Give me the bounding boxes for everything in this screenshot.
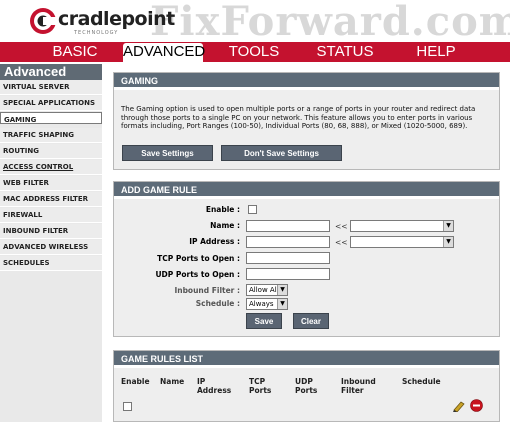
chevron-down-icon: ▼ (277, 285, 287, 295)
sidebar-item-label: ACCESS CONTROL (3, 163, 74, 171)
sidebar-item-label: TRAFFIC SHAPING (3, 131, 74, 139)
add-game-rule-panel: ADD GAME RULE Enable : Name : << ▼ IP Ad… (113, 181, 500, 337)
game-rules-list-title: GAME RULES LIST (114, 351, 499, 368)
column-header-inbound-filter: Inbound Filter (341, 377, 376, 395)
sidebar-item-mac-address-filter[interactable]: MAC ADDRESS FILTER (0, 192, 102, 207)
tab-tools[interactable]: TOOLS (224, 42, 284, 62)
header: FixForward.com cradlepoint TECHNOLOGY (0, 0, 510, 42)
inbound-filter-select[interactable]: Allow All ▼ (246, 284, 288, 296)
edit-icon[interactable] (452, 400, 466, 412)
ip-copy-arrows[interactable]: << (335, 238, 348, 247)
logo-text: cradlepoint (58, 8, 175, 30)
sidebar-item-label: WEB FILTER (3, 179, 49, 187)
schedule-label: Schedule : (195, 299, 240, 308)
rule-enable-checkbox[interactable] (123, 402, 132, 411)
logo: cradlepoint TECHNOLOGY (28, 6, 175, 36)
dont-save-settings-button[interactable]: Don't Save Settings (221, 145, 342, 161)
sidebar-item-label: GAMING (4, 116, 37, 124)
name-copy-arrows[interactable]: << (335, 222, 348, 231)
sidebar-item-firewall[interactable]: FIREWALL (0, 208, 102, 223)
delete-icon[interactable] (470, 399, 483, 412)
chevron-down-icon: ▼ (443, 237, 453, 247)
enable-checkbox[interactable] (248, 205, 257, 214)
game-rules-list-panel: GAME RULES LIST Enable Name IP Address T… (113, 350, 500, 422)
top-nav: BASIC ADVANCED TOOLS STATUS HELP (0, 42, 510, 62)
column-header-udp-ports: UDP Ports (295, 377, 318, 395)
tcp-ports-label: TCP Ports to Open : (157, 254, 240, 263)
gaming-description: The Gaming option is used to open multip… (121, 105, 476, 131)
sidebar-item-label: INBOUND FILTER (3, 227, 69, 235)
schedule-value: Always (249, 300, 274, 308)
schedule-select[interactable]: Always ▼ (246, 298, 288, 310)
computer-name-select[interactable]: ▼ (350, 236, 454, 248)
watermark: FixForward.com (150, 0, 510, 42)
sidebar-item-gaming[interactable]: GAMING (0, 112, 102, 124)
column-header-name: Name (160, 377, 185, 386)
sidebar-item-label: SCHEDULES (3, 259, 50, 267)
udp-ports-input[interactable] (246, 268, 330, 280)
logo-subtitle: TECHNOLOGY (74, 30, 119, 36)
sidebar-item-label: ADVANCED WIRELESS (3, 243, 89, 251)
tab-basic[interactable]: BASIC (44, 42, 106, 62)
inbound-filter-label: Inbound Filter : (174, 286, 240, 295)
save-settings-button[interactable]: Save Settings (122, 145, 213, 161)
sidebar-item-label: ROUTING (3, 147, 40, 155)
sidebar-item-inbound-filter[interactable]: INBOUND FILTER (0, 224, 102, 239)
chevron-down-icon: ▼ (277, 299, 287, 309)
inbound-filter-value: Allow All (249, 286, 279, 294)
sidebar-item-advanced-wireless[interactable]: ADVANCED WIRELESS (0, 240, 102, 255)
sidebar-item-schedules[interactable]: SCHEDULES (0, 256, 102, 271)
sidebar-item-label: FIREWALL (3, 211, 43, 219)
name-input[interactable] (246, 220, 330, 232)
sidebar-item-routing[interactable]: ROUTING (0, 144, 102, 159)
add-game-rule-title: ADD GAME RULE (114, 182, 499, 199)
column-header-enable: Enable (121, 377, 150, 386)
column-header-schedule: Schedule (402, 377, 441, 386)
clear-button[interactable]: Clear (293, 313, 329, 329)
sidebar-item-virtual-server[interactable]: VIRTUAL SERVER (0, 80, 102, 95)
sidebar: Advanced VIRTUAL SERVER SPECIAL APPLICAT… (0, 64, 102, 422)
sidebar-item-access-control[interactable]: ACCESS CONTROL (0, 160, 102, 175)
column-header-ip-address: IP Address (197, 377, 232, 395)
sidebar-item-label: SPECIAL APPLICATIONS (3, 99, 95, 107)
tab-help[interactable]: HELP (410, 42, 462, 62)
sidebar-item-traffic-shaping[interactable]: TRAFFIC SHAPING (0, 128, 102, 143)
enable-label: Enable : (205, 205, 240, 214)
sidebar-item-label: MAC ADDRESS FILTER (3, 195, 89, 203)
sidebar-item-special-applications[interactable]: SPECIAL APPLICATIONS (0, 96, 102, 111)
tcp-ports-input[interactable] (246, 252, 330, 264)
chevron-down-icon: ▼ (443, 221, 453, 231)
gaming-title: GAMING (114, 73, 499, 90)
save-button[interactable]: Save (246, 313, 282, 329)
column-header-tcp-ports: TCP Ports (249, 377, 272, 395)
sidebar-item-web-filter[interactable]: WEB FILTER (0, 176, 102, 191)
name-label: Name : (210, 221, 240, 230)
udp-ports-label: UDP Ports to Open : (155, 270, 240, 279)
ip-address-label: IP Address : (189, 237, 240, 246)
sidebar-item-label: VIRTUAL SERVER (3, 83, 70, 91)
application-select[interactable]: ▼ (350, 220, 454, 232)
tab-status[interactable]: STATUS (312, 42, 378, 62)
ip-address-input[interactable] (246, 236, 330, 248)
gaming-panel: GAMING The Gaming option is used to open… (113, 72, 500, 170)
logo-icon (30, 8, 57, 34)
tab-advanced[interactable]: ADVANCED (123, 43, 205, 62)
sidebar-title: Advanced (0, 64, 102, 80)
